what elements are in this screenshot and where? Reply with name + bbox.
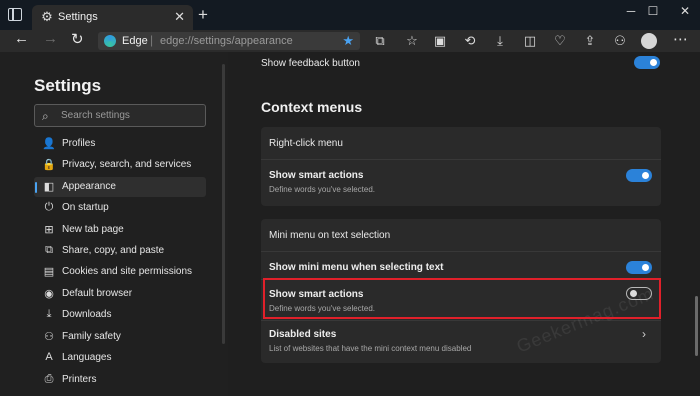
cookie-icon: ▤	[43, 266, 55, 278]
share-icon: ⧉	[45, 244, 53, 256]
workspaces-icon[interactable]: ⚇	[612, 33, 628, 49]
chevron-right-icon[interactable]: ›	[642, 327, 646, 341]
collections-icon[interactable]: ▣	[432, 33, 448, 49]
newtab-icon: ⊞	[44, 224, 54, 236]
printer-icon: ⎙	[44, 373, 54, 385]
right-click-card: Right-click menu Show smart actions Defi…	[261, 127, 661, 206]
browser-essentials-icon[interactable]: ♡	[552, 33, 568, 49]
apps-icon[interactable]: ◫	[522, 33, 538, 49]
navigation-toolbar: ← → ↻ Edge | edge://settings/appearance …	[0, 30, 700, 52]
tab-title: Settings	[58, 11, 98, 23]
feedback-toggle[interactable]	[634, 56, 660, 69]
highlight-box	[263, 278, 661, 319]
profile-avatar[interactable]	[641, 33, 657, 49]
section-title: Context menus	[261, 99, 363, 115]
close-window-button[interactable]: ✕	[662, 4, 700, 18]
tab-actions-icon[interactable]	[8, 8, 22, 21]
sidebar-item-label: On startup	[62, 202, 109, 213]
forward-button[interactable]: →	[43, 30, 58, 47]
refresh-button[interactable]: ↻	[71, 30, 84, 48]
new-tab-button[interactable]: +	[198, 5, 208, 25]
disabled-sites-title: Disabled sites	[269, 329, 337, 340]
sidebar-item-cookies[interactable]: ▤ Cookies and site permissions	[34, 262, 206, 282]
address-separator: |	[150, 33, 154, 47]
right-click-header: Right-click menu	[269, 138, 343, 149]
close-tab-icon[interactable]: ✕	[174, 9, 185, 25]
edge-logo-icon	[104, 35, 116, 47]
mini-menu-header: Mini menu on text selection	[269, 230, 391, 241]
sidebar-item-new-tab-page[interactable]: ⊞ New tab page	[34, 220, 206, 240]
right-click-smart-title: Show smart actions	[269, 170, 364, 181]
language-icon: A	[45, 351, 53, 363]
family-icon: ⚇	[44, 331, 54, 343]
sidebar-scrollbar[interactable]	[222, 64, 225, 344]
settings-sidebar: Settings ⌕ 👤 Profiles 🔒 Privacy, search,…	[0, 52, 228, 396]
sidebar-item-label: Share, copy, and paste	[62, 245, 165, 256]
sidebar-item-share-copy-paste[interactable]: ⧉ Share, copy, and paste	[34, 241, 206, 261]
tab-settings[interactable]: ⚙ Settings ✕	[32, 5, 193, 30]
right-click-smart-desc: Define words you've selected.	[269, 185, 376, 194]
settings-content: Show feedback button Context menus Right…	[228, 52, 700, 396]
search-input[interactable]	[61, 108, 201, 123]
title-bar: ⚙ Settings ✕ + ─ ☐ ✕	[0, 0, 700, 30]
favorite-star-icon[interactable]: ★	[342, 33, 354, 49]
share-icon[interactable]: ⇪	[582, 33, 598, 49]
divider	[261, 251, 661, 252]
sidebar-item-label: Downloads	[62, 309, 112, 320]
power-icon: ⏻	[44, 201, 54, 213]
more-options-icon[interactable]: ⋯	[673, 30, 688, 48]
sidebar-item-label: Profiles	[62, 138, 96, 149]
history-icon[interactable]: ⟲	[462, 33, 478, 49]
extensions-icon[interactable]: ⧉	[372, 33, 388, 49]
sidebar-item-appearance[interactable]: ◧ Appearance	[34, 177, 206, 197]
person-icon: 👤	[42, 138, 56, 150]
address-bar[interactable]: Edge | edge://settings/appearance ★	[98, 32, 360, 50]
sidebar-item-label: Privacy, search, and services	[62, 159, 192, 170]
mini-menu-show-toggle[interactable]	[626, 261, 652, 274]
right-click-smart-toggle[interactable]	[626, 169, 652, 182]
back-button[interactable]: ←	[14, 30, 29, 47]
sidebar-item-profiles[interactable]: 👤 Profiles	[34, 134, 206, 154]
mini-menu-show-title: Show mini menu when selecting text	[269, 262, 444, 273]
lock-icon: 🔒	[42, 159, 56, 171]
favorites-icon[interactable]: ☆	[404, 33, 420, 49]
sidebar-item-family-safety[interactable]: ⚇ Family safety	[34, 327, 206, 347]
sidebar-item-label: Cookies and site permissions	[62, 266, 193, 277]
appearance-icon: ◧	[43, 181, 55, 193]
disabled-sites-desc: List of websites that have the mini cont…	[269, 344, 472, 353]
divider	[261, 159, 661, 160]
sidebar-item-on-startup[interactable]: ⏻ On startup	[34, 198, 206, 218]
sidebar-item-label: Appearance	[62, 181, 116, 192]
content-scrollbar[interactable]	[695, 296, 698, 356]
sidebar-item-privacy[interactable]: 🔒 Privacy, search, and services	[34, 155, 206, 175]
divider	[261, 320, 661, 321]
sidebar-item-label: New tab page	[62, 224, 124, 235]
gear-icon: ⚙	[41, 9, 53, 24]
download-icon: ⤓	[46, 308, 52, 320]
sidebar-item-label: Languages	[62, 352, 112, 363]
browser-icon: ◉	[44, 288, 54, 300]
sidebar-item-label: Default browser	[62, 288, 133, 299]
address-site: Edge	[122, 35, 148, 47]
sidebar-item-default-browser[interactable]: ◉ Default browser	[34, 284, 206, 304]
search-box[interactable]: ⌕	[34, 104, 206, 127]
sidebar-item-label: Family safety	[62, 331, 121, 342]
feedback-label: Show feedback button	[261, 58, 360, 69]
sidebar-title: Settings	[34, 76, 102, 95]
downloads-icon[interactable]: ⤓	[492, 33, 508, 49]
sidebar-item-downloads[interactable]: ⤓ Downloads	[34, 305, 206, 325]
sidebar-item-languages[interactable]: A Languages	[34, 348, 206, 368]
sidebar-item-label: Printers	[62, 374, 97, 385]
sidebar-item-printers[interactable]: ⎙ Printers	[34, 370, 206, 390]
search-icon: ⌕	[42, 109, 49, 123]
address-url: edge://settings/appearance	[160, 35, 293, 47]
